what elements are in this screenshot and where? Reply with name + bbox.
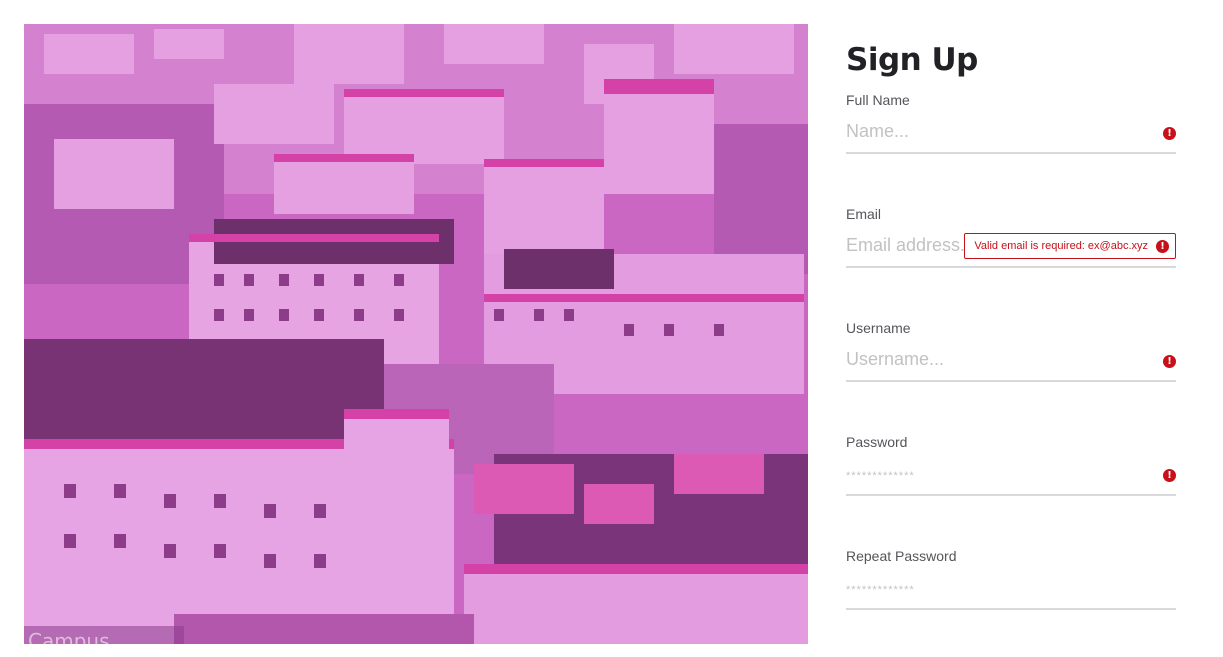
username-field: Username ! — [846, 318, 1176, 432]
campus-aerial-illustration — [24, 24, 808, 644]
page-title: Sign Up — [846, 42, 978, 78]
full-name-input[interactable] — [846, 116, 1176, 154]
repeat-password-input[interactable] — [846, 572, 1176, 610]
hero-caption: Campus — [24, 626, 184, 644]
password-input[interactable] — [846, 458, 1176, 496]
full-name-field: Full Name ! — [846, 90, 1176, 204]
campus-hero-image: Campus — [24, 24, 808, 644]
repeat-password-label: Repeat Password — [846, 548, 957, 564]
exclamation-circle-icon: ! — [1163, 355, 1176, 368]
exclamation-circle-icon: ! — [1163, 127, 1176, 140]
signup-form: Sign Up Full Name ! Email Valid email is… — [808, 24, 1198, 644]
password-label: Password — [846, 434, 908, 450]
full-name-label: Full Name — [846, 92, 910, 108]
email-error-tooltip: Valid email is required: ex@abc.xyz ! — [964, 233, 1176, 259]
email-field: Email Valid email is required: ex@abc.xy… — [846, 204, 1176, 318]
exclamation-circle-icon: ! — [1156, 239, 1169, 253]
username-label: Username — [846, 320, 911, 336]
username-input[interactable] — [846, 344, 1176, 382]
email-label: Email — [846, 206, 882, 222]
exclamation-circle-icon: ! — [1163, 469, 1176, 482]
password-field: Password ! — [846, 432, 1176, 546]
email-error-message: Valid email is required: ex@abc.xyz — [974, 240, 1148, 252]
repeat-password-field: Repeat Password — [846, 546, 1176, 657]
